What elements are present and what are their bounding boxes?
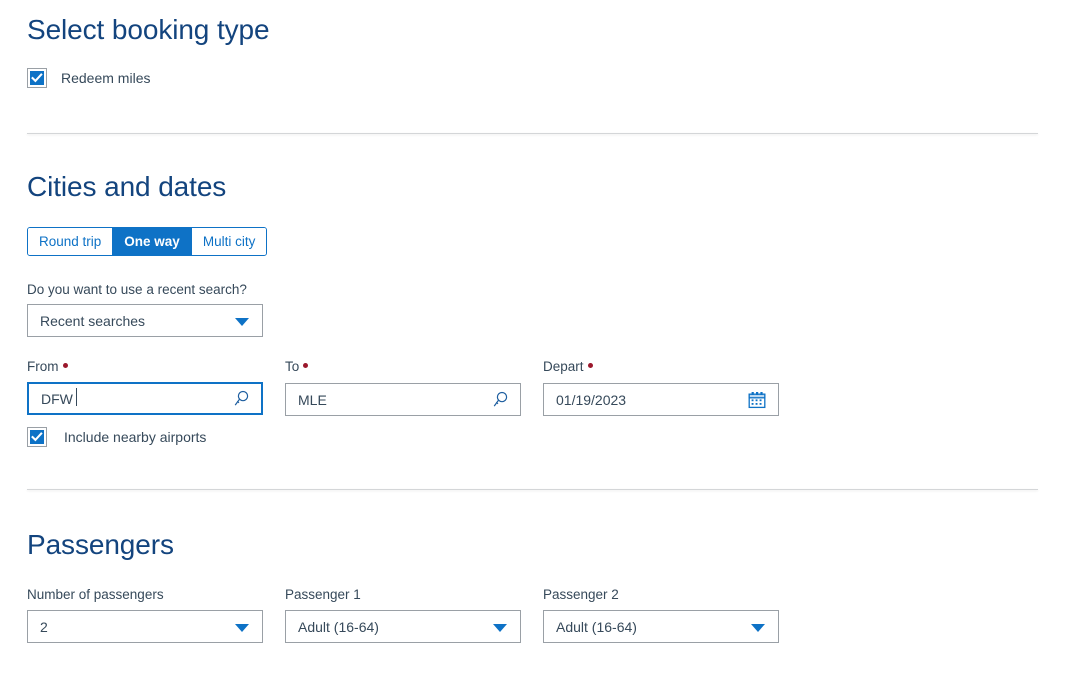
number-of-passengers-value: 2 [40,618,48,635]
search-icon[interactable] [232,389,251,408]
depart-label: Depart [543,360,593,374]
passenger-2-type-value: Adult (16-64) [556,618,637,635]
checkmark-icon [31,73,43,83]
divider-1 [27,133,1038,134]
from-input-value: DFW [29,387,77,406]
passenger-2-type-select[interactable]: Adult (16-64) [543,610,779,643]
passenger-1-type-value: Adult (16-64) [298,618,379,635]
depart-date-value: 01/19/2023 [556,391,627,408]
trip-type-multi-city[interactable]: Multi city [191,228,267,255]
recent-search-label: Do you want to use a recent search? [27,282,247,297]
required-indicator-depart [587,363,593,368]
number-of-passengers-select[interactable]: 2 [27,610,263,643]
from-input[interactable]: DFW [27,382,263,415]
redeem-miles-checkbox-row[interactable]: Redeem miles [27,68,150,88]
required-indicator-to [303,363,309,368]
depart-label-text: Depart [543,359,584,374]
passenger-1-type-select[interactable]: Adult (16-64) [285,610,521,643]
checkmark-icon [31,432,43,442]
to-input-value: MLE [298,391,327,408]
cities-and-dates-heading: Cities and dates [27,171,227,202]
trip-type-one-way[interactable]: One way [113,228,192,255]
number-of-passengers-label: Number of passengers [27,587,164,602]
to-label-text: To [285,359,300,374]
to-label: To [285,359,309,374]
chevron-down-icon [235,317,249,326]
depart-date-input[interactable]: 01/19/2023 [543,383,779,416]
to-input[interactable]: MLE [285,383,521,416]
passenger-2-label: Passenger 2 [543,587,619,602]
divider-2 [27,489,1038,490]
required-indicator-from [62,363,68,368]
from-label-text: From [27,359,59,374]
passengers-heading: Passengers [27,529,174,560]
trip-type-round-trip[interactable]: Round trip [28,228,114,255]
include-nearby-airports-checkbox[interactable] [27,427,47,447]
redeem-miles-label: Redeem miles [61,70,151,86]
redeem-miles-checkbox[interactable] [27,68,47,88]
chevron-down-icon [751,623,765,632]
include-nearby-airports-row[interactable]: Include nearby airports [27,427,206,447]
checkbox-fill [30,71,44,85]
booking-type-heading: Select booking type [27,14,270,45]
recent-searches-value: Recent searches [40,312,146,329]
from-label: From [27,360,68,374]
calendar-icon[interactable] [748,391,766,409]
trip-type-segmented-control[interactable]: Round trip One way Multi city [27,227,268,256]
flight-booking-form: Select booking type Redeem miles Cities … [0,0,1065,677]
chevron-down-icon [235,623,249,632]
recent-searches-select[interactable]: Recent searches [27,304,263,337]
checkbox-fill [30,430,44,444]
include-nearby-airports-label: Include nearby airports [64,429,207,445]
passenger-1-label: Passenger 1 [285,587,361,602]
search-icon[interactable] [491,390,510,409]
chevron-down-icon [493,623,507,632]
